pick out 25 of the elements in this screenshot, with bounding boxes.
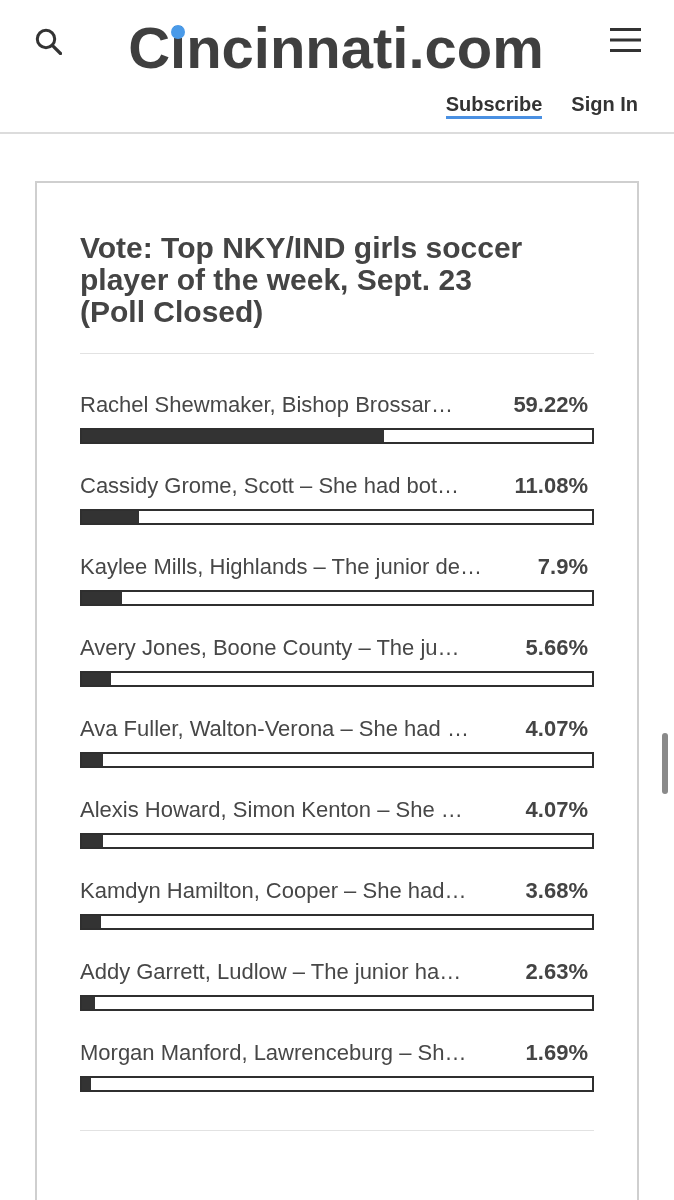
poll-option-label: Avery Jones, Boone County – The ju… <box>80 636 460 660</box>
poll-option-percent: 11.08% <box>514 474 588 498</box>
poll-option-percent: 3.68% <box>525 879 588 903</box>
poll-option-percent: 2.63% <box>525 960 588 984</box>
poll-option-label: Cassidy Grome, Scott – She had bot… <box>80 474 460 498</box>
poll-option-percent: 5.66% <box>525 636 588 660</box>
poll-option-label: Rachel Shewmaker, Bishop Brossar… <box>80 393 453 417</box>
poll-option-label: Ava Fuller, Walton-Verona – She had … <box>80 717 469 741</box>
subscribe-link[interactable]: Subscribe <box>445 92 543 119</box>
poll-option-label: Kaylee Mills, Highlands – The junior de… <box>80 555 482 579</box>
poll-option-label: Morgan Manford, Lawrenceburg – Sh… <box>80 1041 467 1065</box>
scroll-indicator <box>662 733 668 794</box>
poll-option-label: Addy Garrett, Ludlow – The junior ha… <box>80 960 462 984</box>
sign-in-link[interactable]: Sign In <box>571 92 638 119</box>
poll-title: Vote: Top NKY/IND girls soccer player of the week, Sept. 23 (Poll Closed) <box>80 232 524 328</box>
poll-option-percent: 1.69% <box>525 1041 588 1065</box>
poll-option-percent: 59.22% <box>513 393 588 417</box>
poll-option-percent: 4.07% <box>525 798 588 822</box>
poll-option-label: Alexis Howard, Simon Kenton – She … <box>80 798 463 822</box>
poll-option-percent: 7.9% <box>537 555 588 579</box>
search-icon[interactable] <box>35 28 62 55</box>
poll-option-percent: 4.07% <box>525 717 588 741</box>
poll-option-label: Kamdyn Hamilton, Cooper – She had… <box>80 879 467 903</box>
menu-icon[interactable] <box>610 28 641 52</box>
site-logo[interactable]: Cincinnati.com <box>128 19 544 77</box>
